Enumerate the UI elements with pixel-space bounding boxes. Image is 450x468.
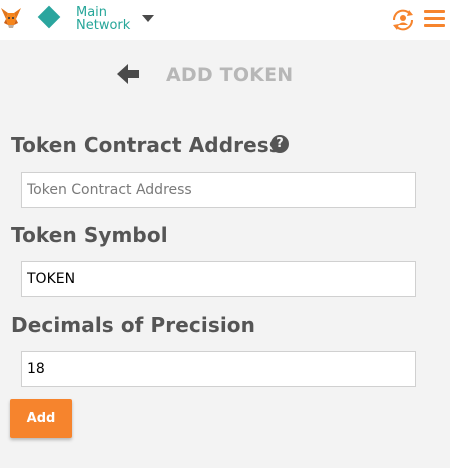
question-circle-icon[interactable]: ? — [271, 135, 289, 153]
hamburger-menu-icon[interactable] — [424, 9, 445, 29]
network-diamond-icon[interactable] — [37, 5, 61, 29]
network-name[interactable]: Main Network — [76, 6, 146, 32]
arrow-left-icon[interactable] — [116, 62, 140, 86]
token-symbol-label: Token Symbol — [11, 223, 168, 247]
metamask-fox-icon[interactable] — [0, 6, 22, 30]
contract-address-input[interactable] — [21, 172, 416, 208]
chevron-down-icon[interactable] — [142, 15, 154, 22]
top-bar: Main Network — [0, 0, 450, 40]
add-button[interactable]: Add — [10, 399, 72, 438]
page-title: ADD TOKEN — [166, 64, 294, 86]
account-switch-icon[interactable] — [390, 8, 416, 32]
decimals-input[interactable] — [21, 351, 416, 387]
decimals-label: Decimals of Precision — [11, 313, 255, 337]
token-symbol-input[interactable] — [21, 261, 416, 297]
contract-address-label: Token Contract Address — [11, 133, 281, 157]
